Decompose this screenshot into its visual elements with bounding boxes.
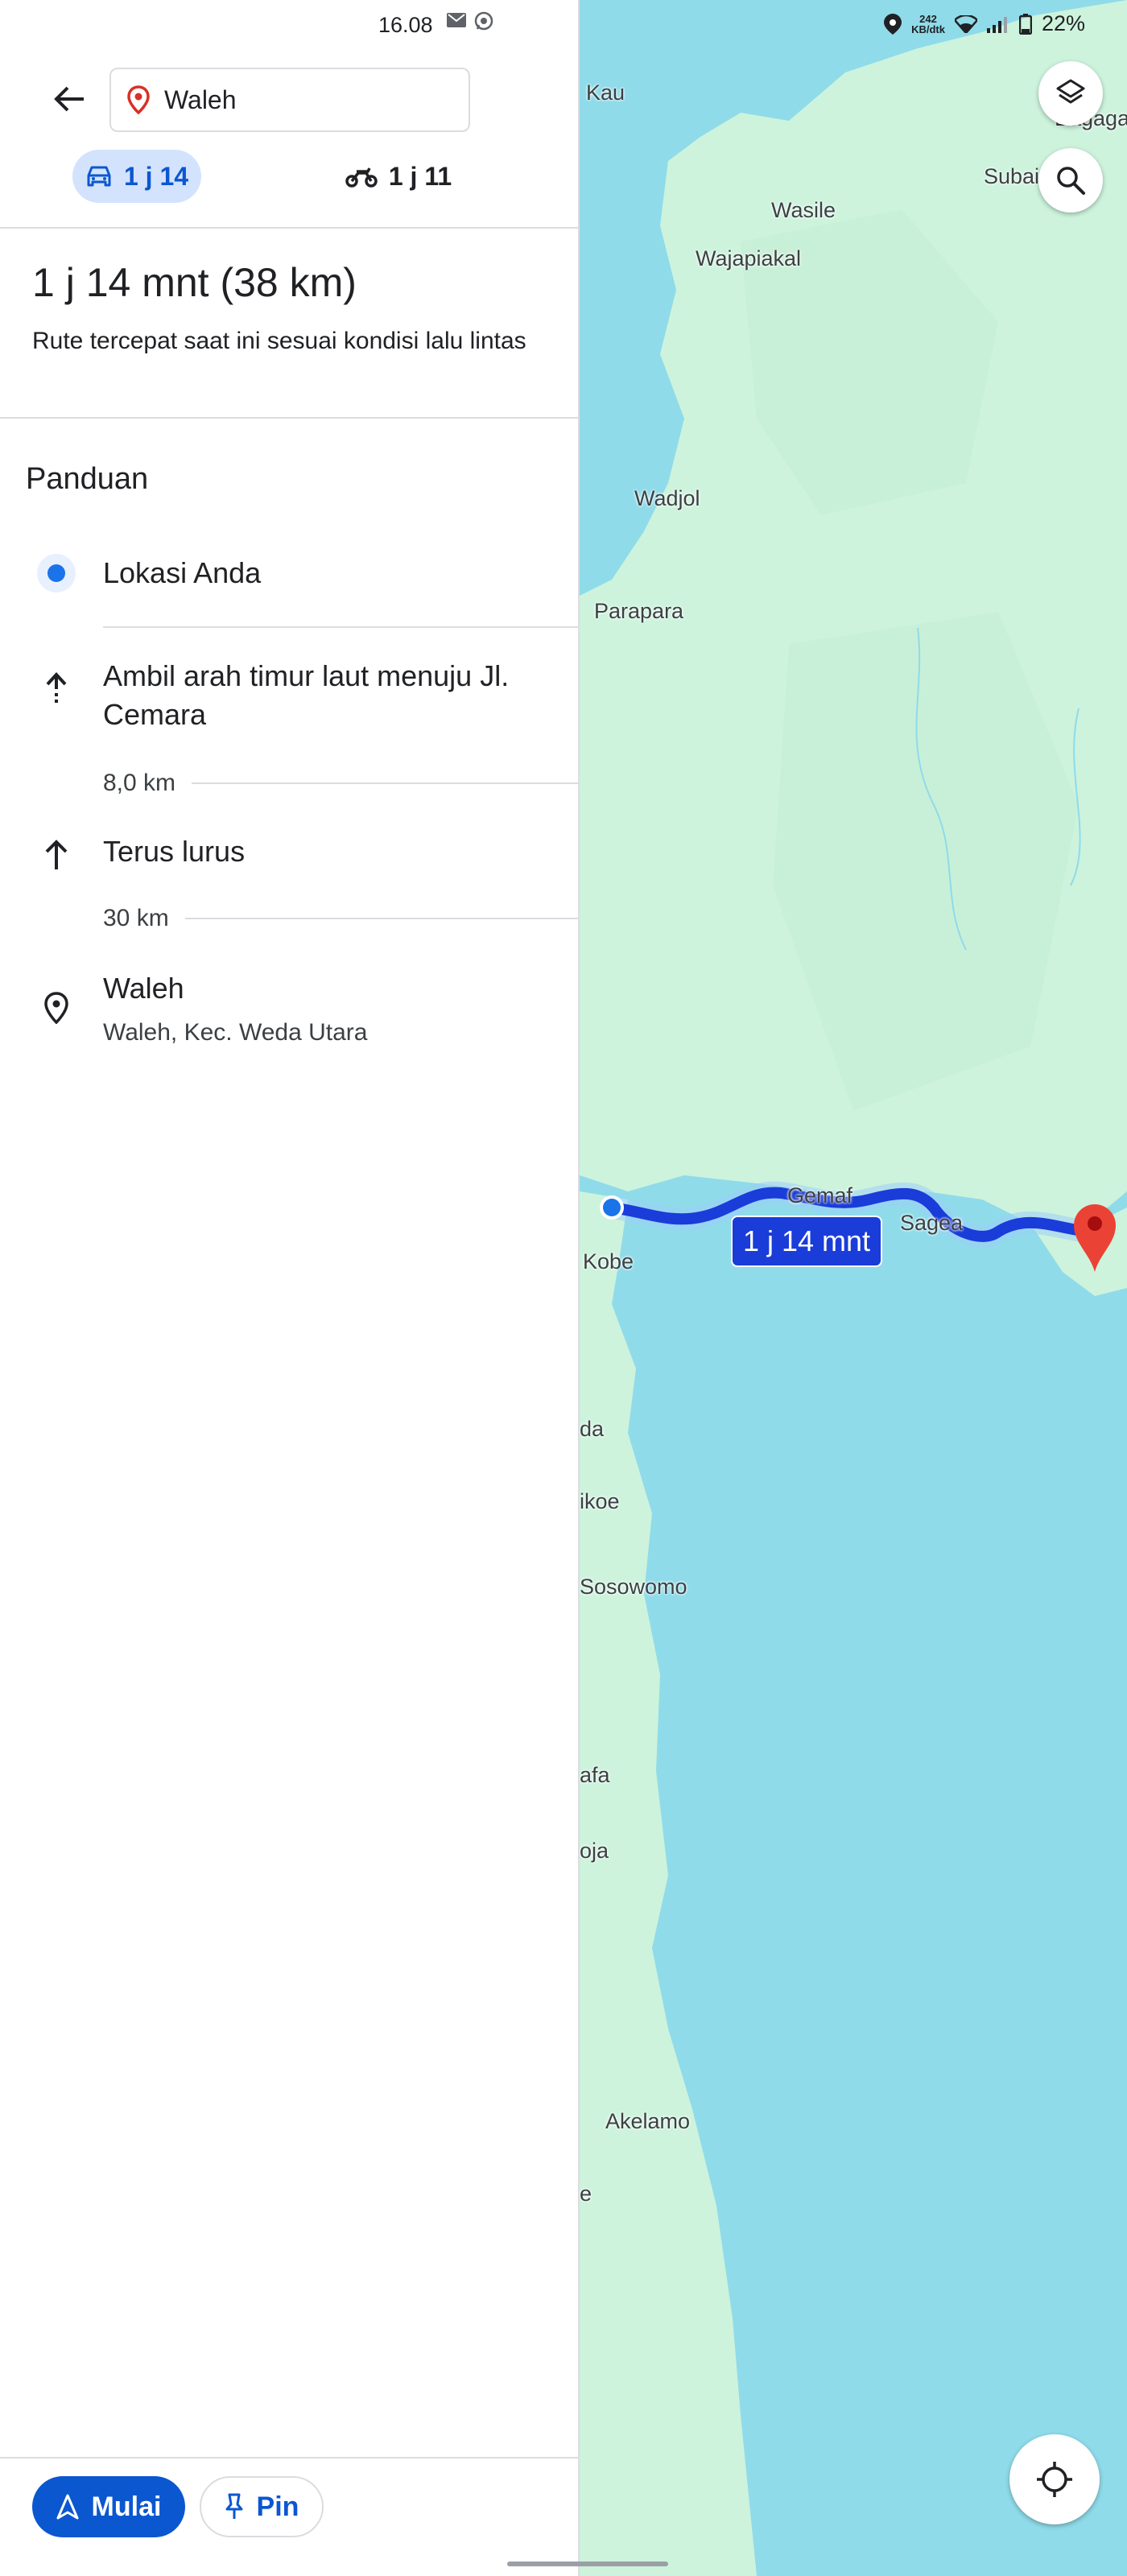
arrow-up-dotted-icon [34, 667, 79, 712]
layers-button[interactable] [1038, 61, 1103, 126]
mode-motorcycle-duration: 1 j 11 [388, 161, 452, 191]
destination-input[interactable] [164, 85, 438, 115]
start-navigation-button[interactable]: Mulai [32, 2476, 185, 2537]
step-origin-label: Lokasi Anda [103, 556, 262, 589]
signal-icon [986, 16, 1007, 33]
map-pin-icon [127, 85, 150, 114]
map-label-subaim: Subai [984, 164, 1040, 188]
status-time: 16.08 [378, 13, 433, 37]
origin-dot-icon [34, 551, 79, 596]
map-label-wadjol: Wadjol [634, 486, 700, 510]
battery-level: 22% [1041, 11, 1085, 35]
map-label-parapara: Parapara [594, 599, 684, 623]
destination-address: Waleh, Kec. Weda Utara [103, 1019, 368, 1046]
gesture-nav-handle[interactable] [507, 2562, 668, 2566]
mode-motorcycle-tab[interactable]: 1 j 11 [330, 150, 467, 203]
step-2-distance-row: 30 km [103, 905, 578, 932]
map-label-sosowomo: Sosowomo [580, 1575, 687, 1599]
car-icon [87, 166, 111, 187]
mode-car-tab[interactable]: 1 j 14 [72, 150, 201, 203]
map-label-akelamo: Akelamo [605, 2109, 691, 2133]
divider [103, 626, 580, 628]
divider [0, 2457, 580, 2458]
my-location-button[interactable] [1009, 2434, 1100, 2524]
status-bar-right: 242 KB/dtk 22% [884, 11, 1085, 36]
net-speed: 242 KB/dtk [911, 12, 945, 35]
start-button-label: Mulai [91, 2491, 162, 2522]
pin-icon [225, 2493, 243, 2519]
route-summary-subtitle: Rute tercepat saat ini sesuai kondisi la… [32, 328, 526, 354]
destination-search-field[interactable] [109, 68, 470, 132]
route-summary-title: 1 j 14 mnt (38 km) [32, 260, 357, 305]
directions-panel: 16.08 1 j 14 1 j 11 [0, 0, 580, 2576]
arrow-left-icon [54, 86, 84, 112]
map-label-wajapiakal: Wajapiakal [696, 246, 802, 270]
divider [184, 918, 578, 919]
motorcycle-icon [345, 167, 378, 188]
search-icon [1057, 167, 1085, 195]
map-label-sagea: Sagea [900, 1211, 964, 1235]
map-label-ee: e [580, 2182, 592, 2206]
battery-icon [1018, 13, 1032, 35]
step-2-distance: 30 km [103, 905, 169, 931]
destination-pin-icon [34, 985, 79, 1030]
guide-heading: Panduan [26, 462, 149, 496]
step-1-distance-row: 8,0 km [103, 770, 578, 797]
step-1-instruction: Ambil arah timur laut menuju Jl. Cemara [103, 659, 510, 731]
pin-button-label: Pin [256, 2491, 299, 2522]
wifi-icon [954, 14, 977, 33]
status-notification-icons [447, 11, 493, 31]
whatsapp-icon [474, 11, 493, 31]
divider [0, 227, 580, 229]
map-label-lelilef: afa [580, 1763, 610, 1787]
map-label-wasile: Wasile [771, 198, 836, 222]
map-label-weda: da [580, 1417, 605, 1441]
map-label-kobe-oja: oja [580, 1839, 609, 1863]
step-2-instruction: Terus lurus [103, 835, 246, 868]
mail-icon [447, 13, 466, 27]
back-button[interactable] [45, 79, 93, 119]
map-terrain [580, 0, 1127, 2576]
arrow-up-icon [34, 832, 79, 877]
mode-car-duration: 1 j 14 [123, 161, 189, 191]
location-status-icon [884, 13, 902, 35]
map-label-kau: Kau [586, 80, 625, 105]
divider [0, 417, 580, 419]
layers-icon [1056, 79, 1085, 104]
map-search-button[interactable] [1038, 148, 1103, 213]
step-1-distance: 8,0 km [103, 770, 176, 796]
map-label-fidikoe: ikoe [580, 1489, 620, 1513]
route-duration-badge[interactable]: 1 j 14 mnt [731, 1216, 882, 1267]
map-label-kobe: Kobe [583, 1249, 634, 1274]
crosshair-icon [1037, 2462, 1072, 2497]
pin-button[interactable]: Pin [200, 2476, 324, 2537]
map-label-gemaf: Gemaf [787, 1183, 853, 1208]
destination-name: Waleh [103, 972, 184, 1005]
navigation-arrow-icon [56, 2494, 79, 2520]
map-view[interactable]: 242KB/dtk 22% Kau Bagaga Subai Wasile Wa… [580, 0, 1127, 2576]
divider [192, 782, 578, 784]
